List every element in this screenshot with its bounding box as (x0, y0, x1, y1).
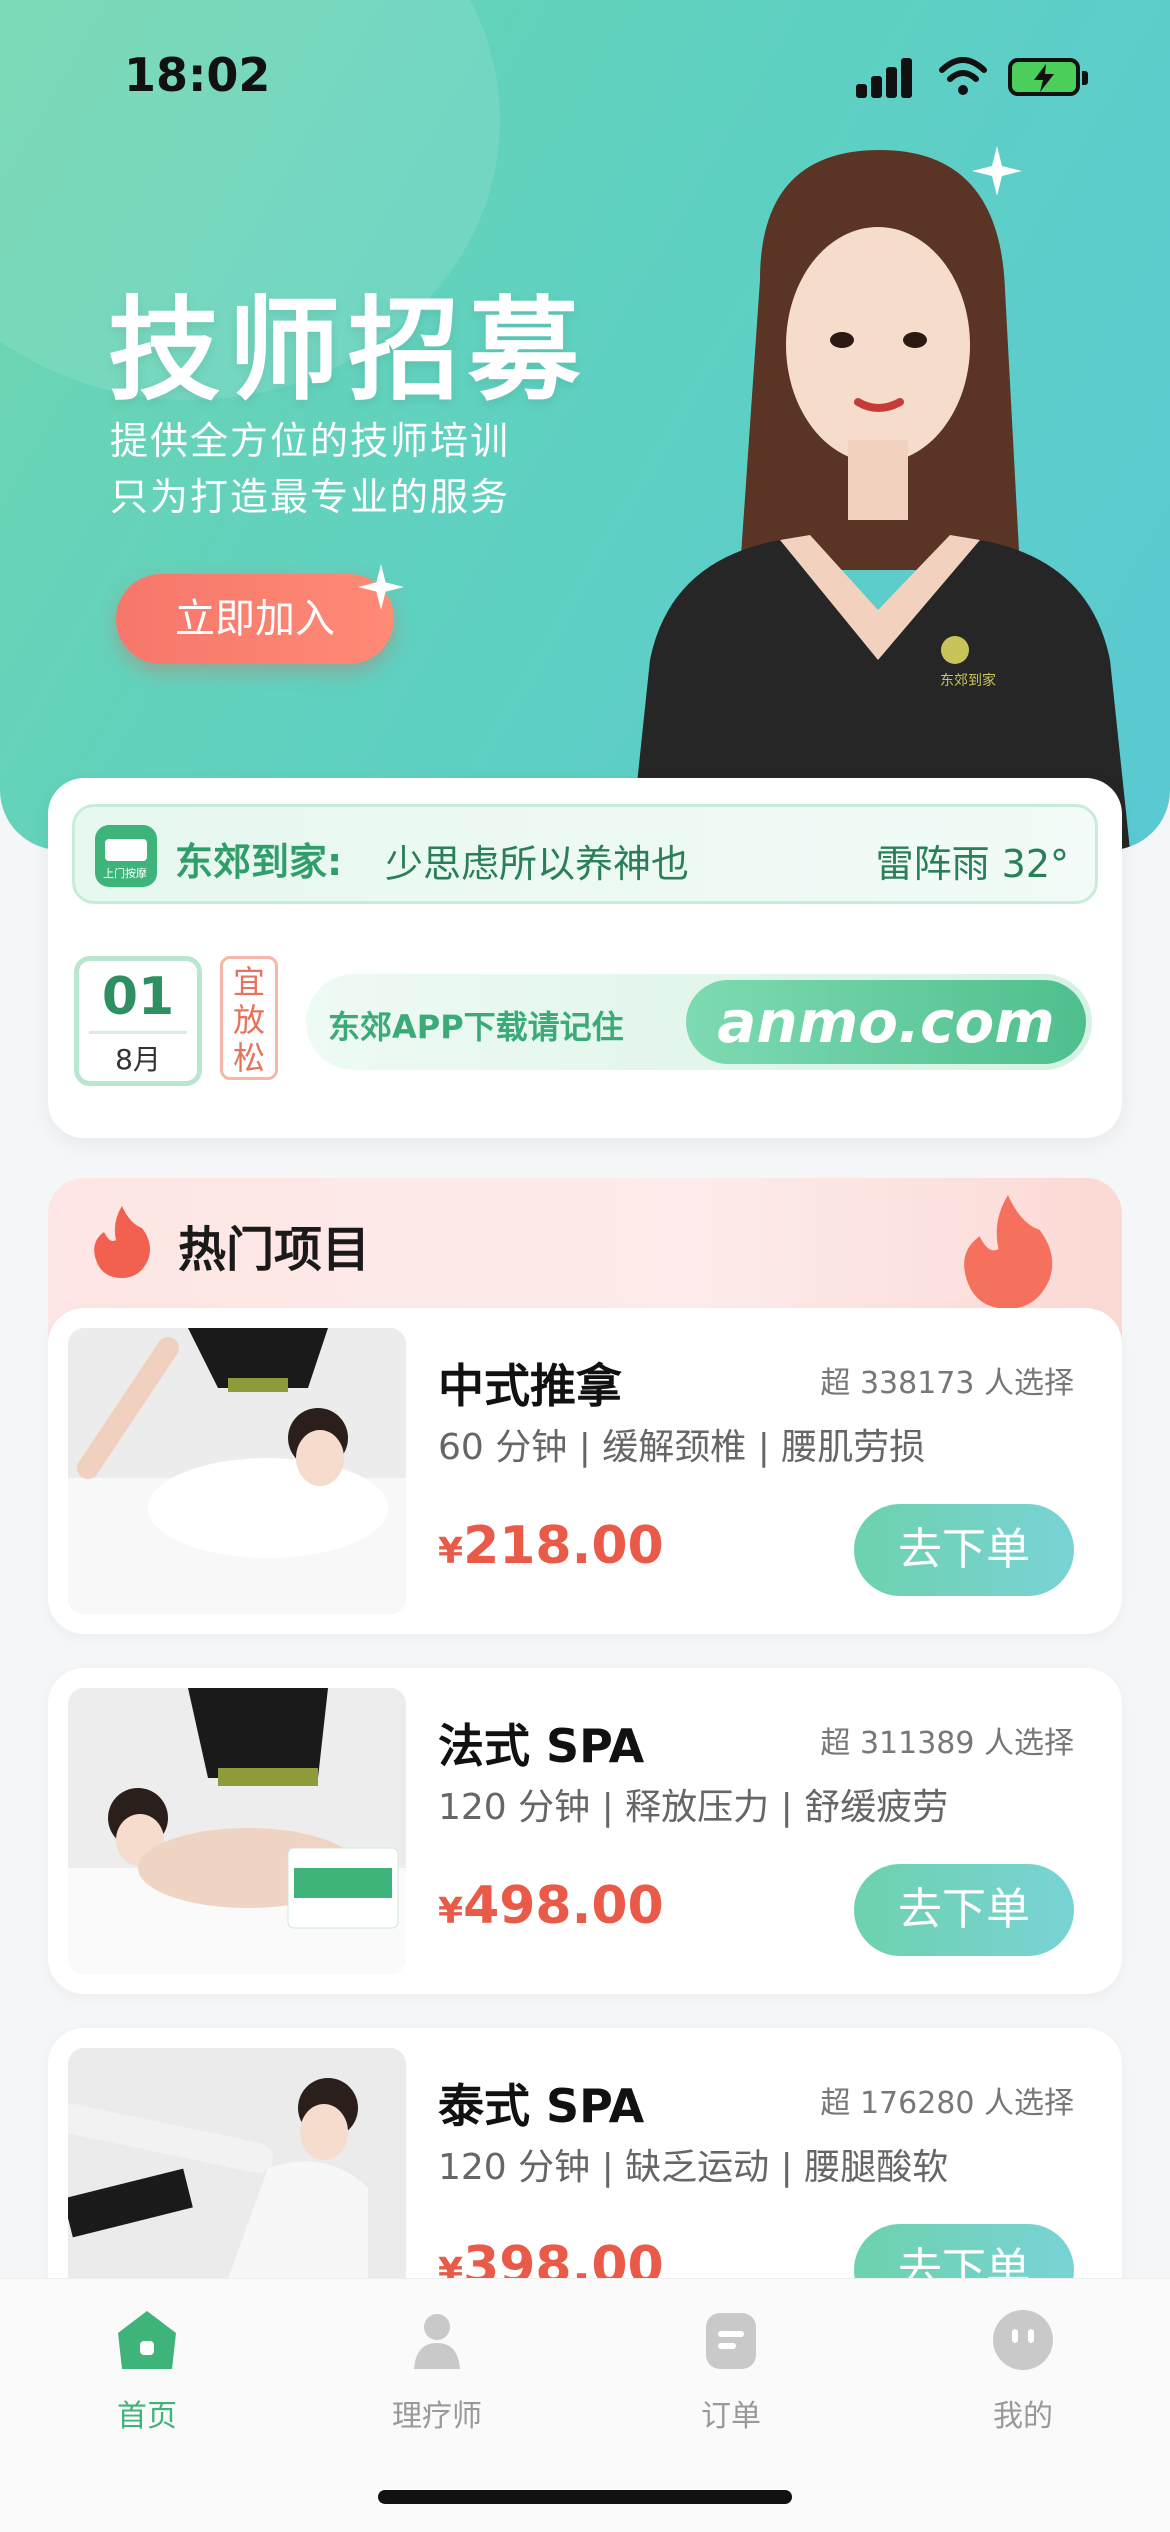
service-popularity: 超 176280 人选择 (820, 2086, 1074, 2121)
signal-icon (856, 58, 912, 98)
download-banner[interactable]: 东郊APP下载请记住 anmo.com (306, 974, 1092, 1070)
recruit-banner[interactable]: 技师招募 提供全方位的技师培训 只为打造最专业的服务 立即加入 东郊到家 18:… (0, 0, 1170, 850)
flame-icon (94, 1206, 150, 1278)
hot-section-title: 热门项目 (178, 1222, 371, 1278)
order-button[interactable]: 去下单 (854, 1864, 1074, 1956)
banner-title: 技师招募 (108, 286, 588, 416)
tab-label: 订单 (701, 2399, 761, 2434)
service-price: ¥218.00 (438, 1516, 664, 1576)
tab-label: 首页 (117, 2399, 177, 2434)
tab-profile[interactable]: 我的 (938, 2307, 1108, 2435)
app-logo-text: 上门按摩 (103, 866, 147, 880)
date-day: 01 (101, 967, 175, 1027)
banner-subtitle-line2: 只为打造最专业的服务 (110, 475, 511, 519)
service-card[interactable]: 中式推拿 超 338173 人选择 60 分钟 | 缓解颈椎 | 腰肌劳损 ¥2… (48, 1308, 1122, 1634)
service-description: 120 分钟 | 释放压力 | 舒缓疲劳 (438, 1787, 949, 1828)
service-description: 60 分钟 | 缓解颈椎 | 腰肌劳损 (438, 1427, 926, 1468)
battery-icon (1008, 58, 1088, 96)
order-button[interactable]: 去下单 (854, 1504, 1074, 1596)
service-popularity: 超 338173 人选择 (820, 1366, 1074, 1401)
join-now-button[interactable]: 立即加入 (116, 574, 394, 664)
banner-subtitle-line1: 提供全方位的技师培训 (110, 419, 511, 463)
date-month: 8月 (89, 1031, 187, 1078)
sparkle-icon (358, 564, 404, 610)
service-thumbnail (68, 1328, 406, 1614)
info-card: 上门按摩 东郊到家: 少思虑所以养神也 雷阵雨 32° 01 8月 宜放松 东郊… (48, 778, 1122, 1138)
calendar-date: 01 8月 (74, 956, 202, 1086)
profile-icon (993, 2310, 1053, 2370)
weather-text: 雷阵雨 32° (875, 842, 1069, 886)
service-popularity: 超 311389 人选择 (820, 1726, 1074, 1761)
status-time: 18:02 (124, 48, 271, 102)
service-name: 中式推拿 (438, 1359, 622, 1413)
home-indicator (378, 2490, 792, 2504)
therapist-icon (414, 2314, 460, 2369)
tab-label: 理疗师 (392, 2399, 482, 2434)
service-description: 120 分钟 | 缺乏运动 | 腰腿酸软 (438, 2147, 949, 2188)
therapist-photo: 东郊到家 (630, 150, 1130, 850)
service-card[interactable]: 法式 SPA 超 311389 人选择 120 分钟 | 释放压力 | 舒缓疲劳… (48, 1668, 1122, 1994)
download-text: 东郊APP下载请记住 (328, 1008, 624, 1046)
wifi-icon (939, 57, 987, 95)
status-bar: 18:02 (0, 0, 1170, 150)
tab-orders[interactable]: 订单 (646, 2307, 816, 2435)
daily-motto: 少思虑所以养神也 (385, 842, 690, 886)
service-price: ¥498.00 (438, 1876, 664, 1936)
home-icon (118, 2311, 176, 2369)
order-icon (706, 2313, 756, 2369)
tab-home[interactable]: 首页 (62, 2307, 232, 2435)
uniform-logo-text: 东郊到家 (940, 672, 996, 689)
suitable-tag: 宜放松 (220, 956, 278, 1080)
service-name: 法式 SPA (438, 1719, 645, 1773)
brand-name: 东郊到家: (175, 840, 343, 884)
tab-therapist[interactable]: 理疗师 (352, 2307, 522, 2435)
flame-decoration-icon (964, 1195, 1053, 1309)
app-logo-icon: 上门按摩 (95, 825, 157, 887)
daily-notice-bar[interactable]: 上门按摩 东郊到家: 少思虑所以养神也 雷阵雨 32° (72, 804, 1098, 904)
download-url[interactable]: anmo.com (686, 980, 1086, 1064)
tab-label: 我的 (993, 2399, 1053, 2434)
service-name: 泰式 SPA (438, 2079, 645, 2133)
service-thumbnail (68, 1688, 406, 1974)
